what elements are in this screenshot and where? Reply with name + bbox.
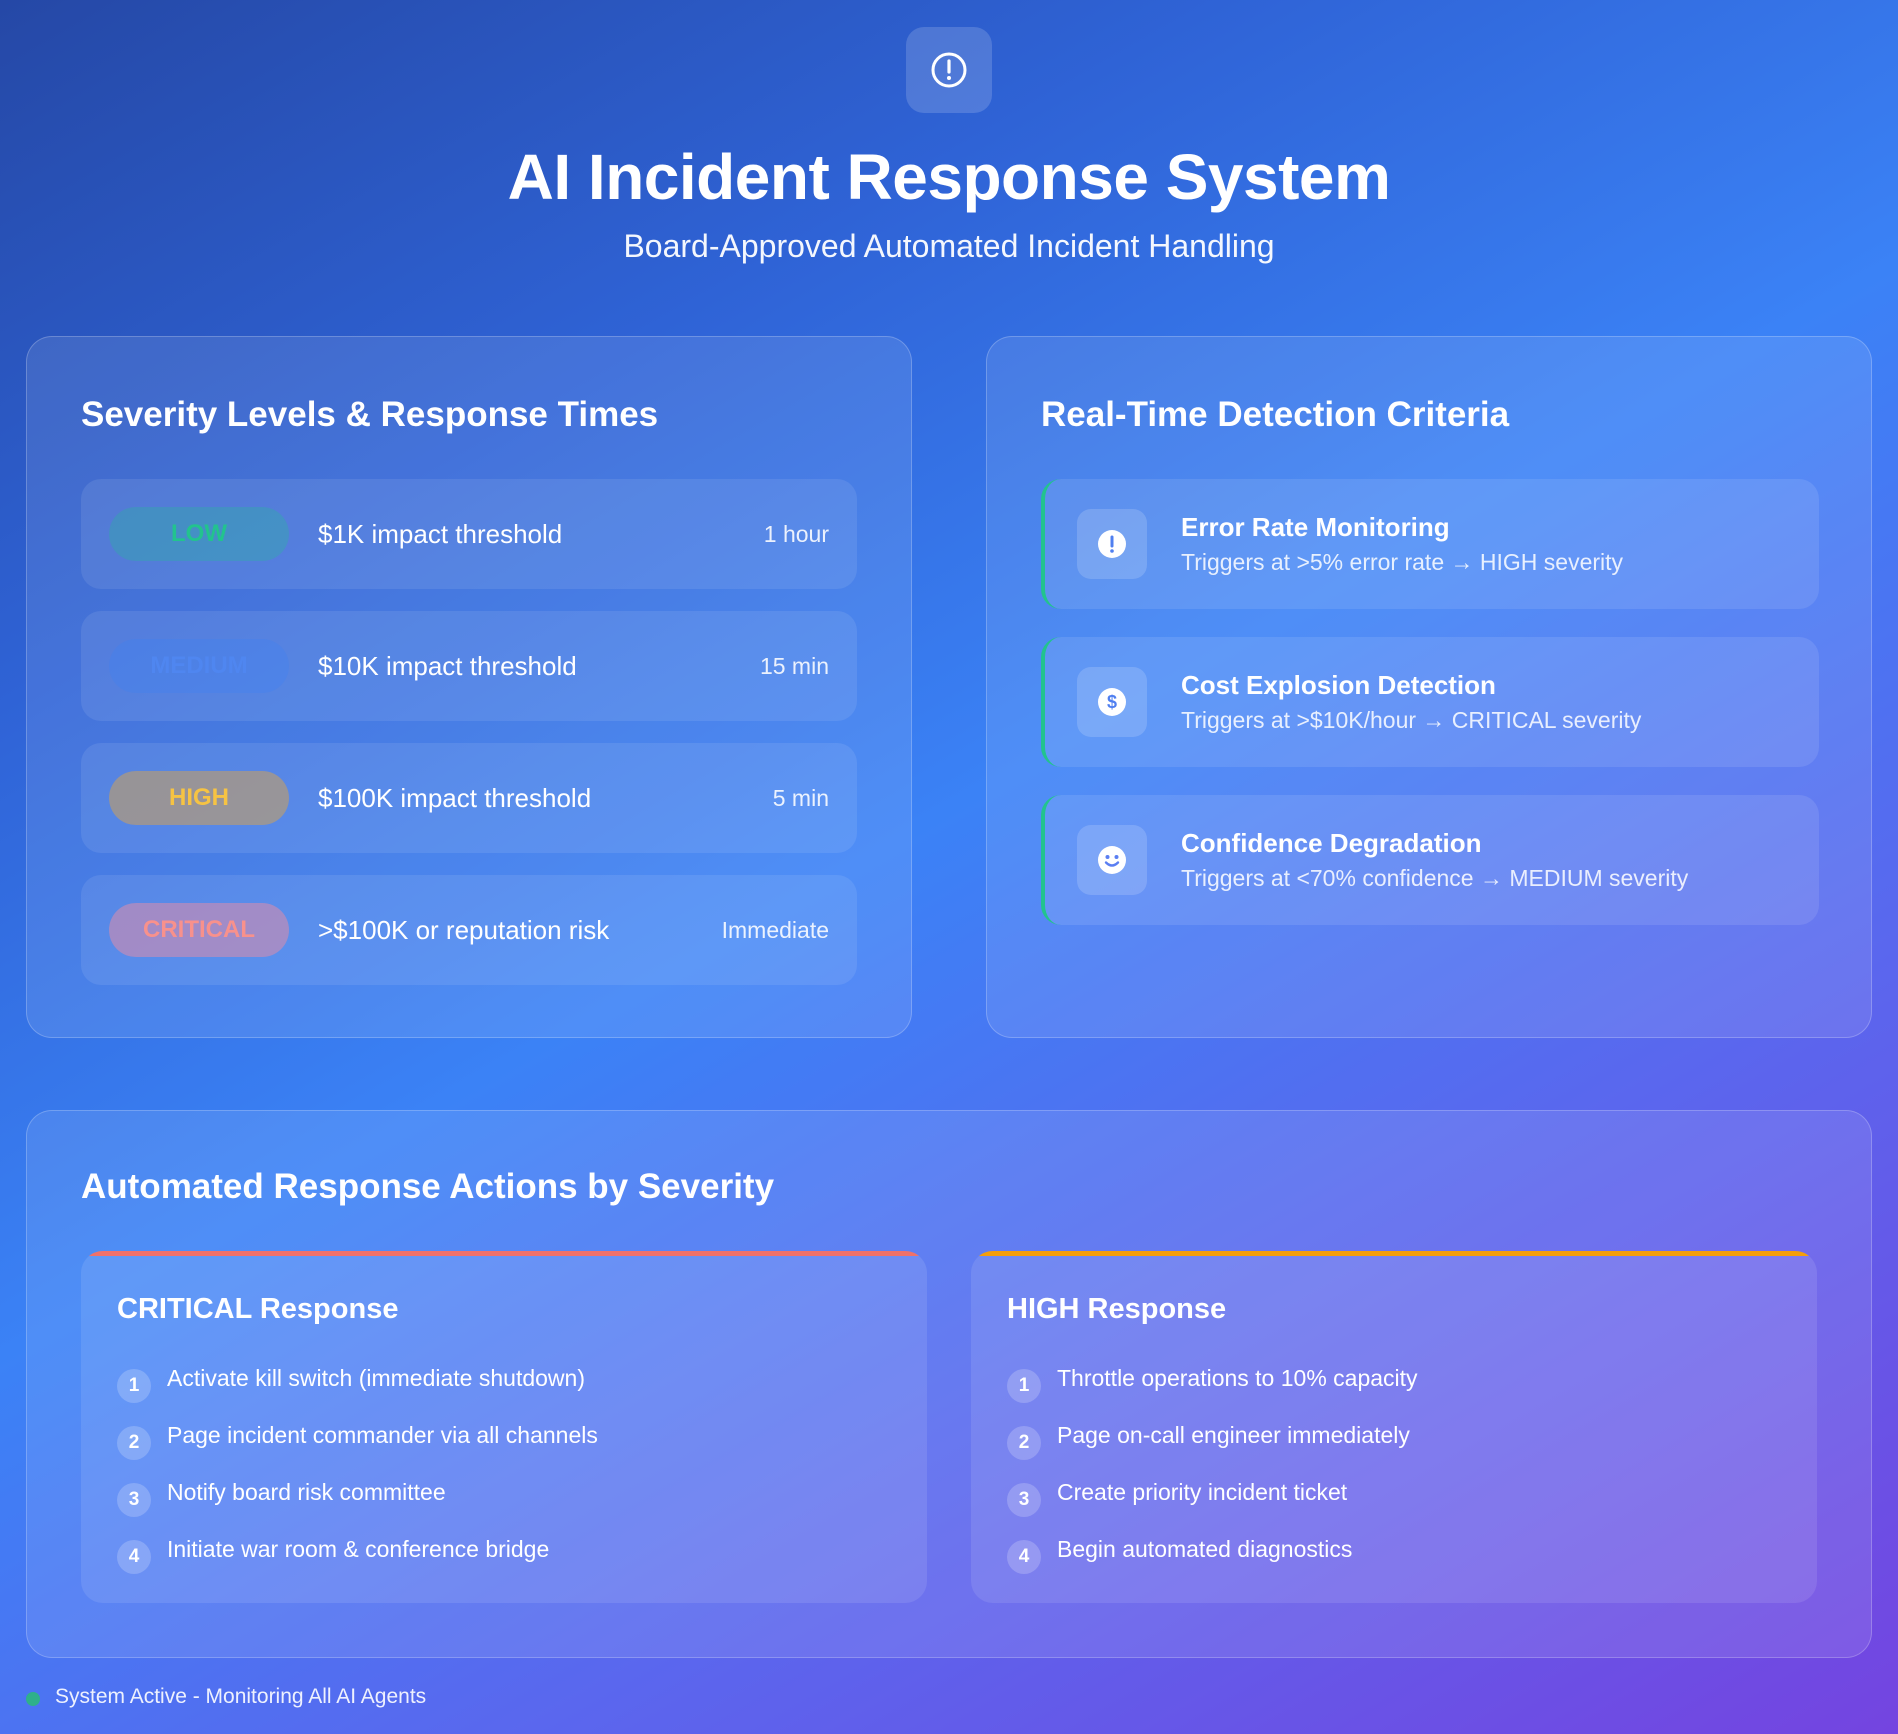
- step-number: 2: [1007, 1426, 1041, 1460]
- dollar-icon: $: [1098, 688, 1126, 716]
- detection-card-confidence: Confidence Degradation Triggers at <70% …: [1041, 795, 1819, 925]
- severity-response-time: 5 min: [772, 785, 829, 811]
- header-alert-icon: [906, 27, 992, 113]
- detection-text: Triggers at <70% confidence → MEDIUM sev…: [1181, 865, 1689, 891]
- high-step: 1 Throttle operations to 10% capacity: [1007, 1365, 1787, 1405]
- step-number: 3: [1007, 1483, 1041, 1517]
- status-text: System Active - Monitoring All AI Agents: [55, 1685, 427, 1708]
- step-number: 4: [1007, 1540, 1041, 1574]
- step-number: 1: [117, 1369, 151, 1403]
- severity-row-medium: MEDIUM $10K impact threshold 15 min: [81, 611, 857, 721]
- step-number: 1: [1007, 1369, 1041, 1403]
- severity-badge-high: HIGH: [109, 771, 289, 825]
- severity-response-time: Immediate: [721, 917, 829, 943]
- page-title: AI Incident Response System: [507, 141, 1391, 213]
- detection-text: Triggers at >5% error rate → HIGH severi…: [1181, 549, 1624, 575]
- critical-response-card: CRITICAL Response 1 Activate kill switch…: [81, 1251, 927, 1603]
- severity-badge-medium: MEDIUM: [109, 639, 289, 693]
- actions-panel: Automated Response Actions by Severity C…: [26, 1110, 1872, 1658]
- high-response-card: HIGH Response 1 Throttle operations to 1…: [971, 1251, 1817, 1603]
- detection-card-error-rate: Error Rate Monitoring Triggers at >5% er…: [1041, 479, 1819, 609]
- severity-description: $100K impact threshold: [318, 783, 592, 813]
- severity-row-low: LOW $1K impact threshold 1 hour: [81, 479, 857, 589]
- step-number: 2: [117, 1426, 151, 1460]
- detection-title: Error Rate Monitoring: [1181, 512, 1450, 542]
- severity-description: $1K impact threshold: [318, 519, 563, 549]
- detection-title: Confidence Degradation: [1181, 828, 1482, 858]
- critical-step: 1 Activate kill switch (immediate shutdo…: [117, 1365, 897, 1405]
- alert-circle-icon: [931, 52, 967, 88]
- status-indicator-dot: [26, 1692, 40, 1706]
- detection-card-cost-explosion: $ Cost Explosion Detection Triggers at >…: [1041, 637, 1819, 767]
- step-text: Page on-call engineer immediately: [1057, 1422, 1410, 1448]
- severity-description: $10K impact threshold: [318, 651, 577, 681]
- severity-response-time: 15 min: [759, 653, 829, 679]
- severity-response-time: 1 hour: [763, 521, 829, 547]
- severity-panel-title: Severity Levels & Response Times: [81, 395, 659, 434]
- high-step: 3 Create priority incident ticket: [1007, 1479, 1787, 1519]
- critical-accent-bar: [81, 1251, 927, 1256]
- severity-description: >$100K or reputation risk: [318, 915, 610, 945]
- detection-title: Cost Explosion Detection: [1181, 670, 1496, 700]
- severity-badge-low: LOW: [109, 507, 289, 561]
- severity-badge-critical: CRITICAL: [109, 903, 289, 957]
- dollar-icon-box: $: [1077, 667, 1147, 737]
- page-subtitle: Board-Approved Automated Incident Handli…: [623, 228, 1275, 264]
- critical-step: 2 Page incident commander via all channe…: [117, 1422, 897, 1462]
- step-text: Notify board risk committee: [167, 1479, 446, 1505]
- step-number: 4: [117, 1540, 151, 1574]
- step-text: Throttle operations to 10% capacity: [1057, 1365, 1418, 1391]
- step-text: Page incident commander via all channels: [167, 1422, 598, 1448]
- critical-response-title: CRITICAL Response: [117, 1293, 399, 1325]
- alert-icon: [1098, 530, 1126, 558]
- severity-row-critical: CRITICAL >$100K or reputation risk Immed…: [81, 875, 857, 985]
- severity-row-high: HIGH $100K impact threshold 5 min: [81, 743, 857, 853]
- detection-panel-title: Real-Time Detection Criteria: [1041, 395, 1510, 434]
- high-step: 4 Begin automated diagnostics: [1007, 1536, 1787, 1576]
- high-accent-bar: [971, 1251, 1817, 1256]
- high-step: 2 Page on-call engineer immediately: [1007, 1422, 1787, 1462]
- step-text: Initiate war room & conference bridge: [167, 1536, 550, 1562]
- severity-panel: Severity Levels & Response Times LOW $1K…: [26, 336, 912, 1038]
- step-number: 3: [117, 1483, 151, 1517]
- svg-text:$: $: [1107, 692, 1117, 712]
- smiley-icon: [1098, 846, 1126, 874]
- smiley-icon-box: [1077, 825, 1147, 895]
- detection-text: Triggers at >$10K/hour → CRITICAL severi…: [1181, 707, 1642, 733]
- actions-panel-title: Automated Response Actions by Severity: [81, 1167, 775, 1206]
- step-text: Create priority incident ticket: [1057, 1479, 1348, 1505]
- critical-step: 3 Notify board risk committee: [117, 1479, 897, 1519]
- step-text: Activate kill switch (immediate shutdown…: [167, 1365, 585, 1391]
- detection-panel: Real-Time Detection Criteria Error Rate …: [986, 336, 1872, 1038]
- step-text: Begin automated diagnostics: [1057, 1536, 1353, 1562]
- high-response-title: HIGH Response: [1007, 1293, 1227, 1325]
- critical-step: 4 Initiate war room & conference bridge: [117, 1536, 897, 1576]
- alert-icon-box: [1077, 509, 1147, 579]
